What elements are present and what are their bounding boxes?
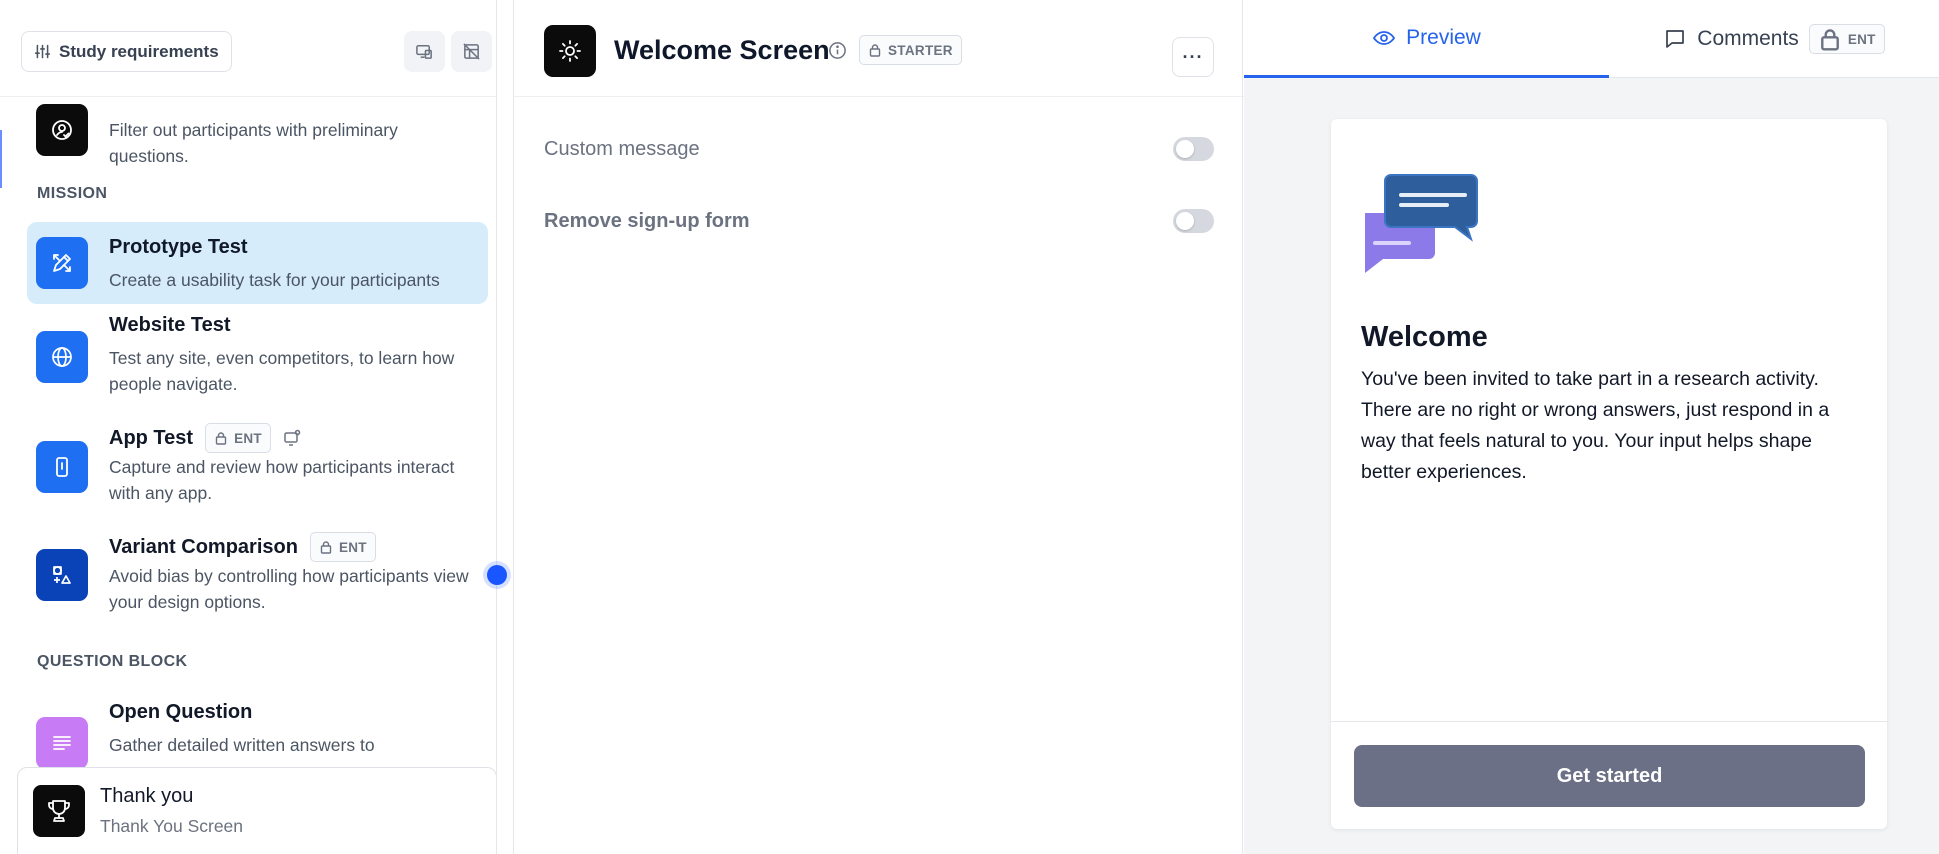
block-title-text: Website Test [109, 314, 231, 336]
drag-handle[interactable] [487, 565, 507, 585]
lock-icon [215, 432, 227, 445]
block-title-text: Open Question [109, 701, 253, 723]
preview-tabs: Preview Comments ENT [1244, 0, 1939, 78]
block-prototype-desc: Create a usability task for your partici… [109, 270, 440, 290]
thank-you-subtitle: Thank You Screen [100, 816, 244, 836]
setting-custom-message: Custom message [544, 134, 1214, 164]
page-title: Welcome Screen [614, 35, 830, 65]
block-variant-desc: Avoid bias by controlling how participan… [109, 566, 469, 612]
thank-icon-wrap [33, 785, 85, 837]
prototype-icon [53, 254, 71, 272]
info-icon[interactable] [828, 41, 847, 60]
collapse-panel-button[interactable] [451, 31, 492, 72]
prototype-icon-wrap [36, 237, 88, 289]
device-preview-button[interactable] [404, 31, 445, 72]
lock-icon [320, 541, 332, 554]
screen-record-icon [284, 429, 301, 446]
globe-icon [52, 347, 72, 367]
block-title-text: Variant Comparison [109, 535, 298, 558]
setting-remove-signup: Remove sign-up form [544, 206, 1214, 236]
blocks-list[interactable]: Filter out participants with preliminary… [0, 97, 496, 767]
block-website-test[interactable]: Website Test Test any site, even competi… [27, 314, 488, 415]
starter-badge: STARTER [859, 35, 962, 65]
preview-card: Welcome You've been invited to take part… [1331, 119, 1887, 829]
variants-icon [53, 566, 71, 584]
tab-preview[interactable]: Preview [1244, 0, 1609, 78]
block-app-title: App Test ENT [109, 423, 301, 453]
section-mission: MISSION [37, 185, 108, 202]
block-variant-title: Variant Comparison ENT [109, 532, 376, 562]
block-screener[interactable]: Filter out participants with preliminary… [27, 97, 488, 187]
tab-comments[interactable]: Comments ENT [1609, 0, 1939, 78]
block-open-question[interactable]: Open Question Gather detailed written an… [27, 695, 488, 767]
eye-icon [1373, 30, 1396, 45]
block-title-text: App Test [109, 426, 194, 449]
ent-badge: ENT [1808, 24, 1885, 54]
block-screener-desc: Filter out participants with preliminary… [109, 120, 398, 166]
welcome-icon-wrap [544, 25, 596, 77]
chat-bubbles-icon [1365, 174, 1478, 273]
lock-icon [1820, 29, 1839, 51]
preview-panel: Preview Comments ENT Welcome You've been… [1244, 0, 1939, 854]
sliders-icon [34, 44, 51, 59]
variants-icon-wrap [36, 549, 88, 601]
trophy-icon [48, 800, 70, 822]
badge-text: ENT [1847, 31, 1876, 47]
blocks-sidebar: Study requirements Filter out participan… [0, 0, 497, 854]
lock-icon [869, 44, 881, 57]
setting-label: Custom message [544, 137, 700, 160]
badge-text: ENT [234, 430, 262, 446]
badge-text: ENT [338, 539, 367, 555]
block-website-desc: Test any site, even competitors, to lear… [109, 348, 455, 394]
layout-off-icon [463, 43, 480, 60]
block-open-question-desc: Gather detailed written answers to [109, 735, 375, 755]
thank-you-block[interactable]: Thank you Thank You Screen [17, 767, 496, 854]
block-prototype-test[interactable]: Prototype Test Create a usability task f… [27, 222, 488, 304]
app-icon-wrap [36, 441, 88, 493]
ent-badge: ENT [309, 532, 376, 562]
block-prototype-title: Prototype Test [109, 236, 248, 259]
user-check-icon [52, 120, 72, 140]
comment-icon [1666, 30, 1685, 48]
more-options-button[interactable]: ··· [1172, 37, 1214, 77]
preview-footer: Get started [1331, 721, 1887, 829]
tab-comments-label: Comments [1697, 27, 1799, 50]
sidebar-header: Study requirements [0, 0, 496, 97]
sun-icon [559, 40, 581, 62]
block-app-test[interactable]: App Test ENT Capture and review how part… [27, 423, 488, 525]
ent-badge: ENT [205, 423, 271, 453]
website-icon-wrap [36, 331, 88, 383]
block-open-question-title: Open Question [109, 701, 252, 724]
block-title-text: Prototype Test [109, 236, 248, 258]
devices-icon [416, 45, 432, 59]
study-requirements-label: Study requirements [59, 41, 219, 61]
tab-preview-label: Preview [1406, 25, 1481, 49]
badge-text: STARTER [888, 42, 953, 58]
custom-message-toggle[interactable] [1173, 137, 1214, 161]
screener-icon-wrap [36, 104, 88, 156]
setting-label: Remove sign-up form [544, 209, 750, 232]
thank-you-title: Thank you [100, 785, 194, 807]
open-question-icon-wrap [36, 717, 88, 767]
section-question-block: QUESTION BLOCK [37, 653, 188, 670]
block-settings-panel: Welcome Screen STARTER ··· Custom messag… [513, 0, 1244, 854]
preview-heading: Welcome [1361, 321, 1488, 353]
text-lines-icon [53, 736, 71, 750]
preview-body: You've been invited to take part in a re… [1361, 368, 1830, 483]
block-variant-comparison[interactable]: Variant Comparison ENT Avoid bias by con… [27, 532, 488, 633]
settings-header: Welcome Screen STARTER ··· [514, 0, 1244, 97]
block-app-desc: Capture and review how participants inte… [109, 457, 455, 503]
get-started-button[interactable]: Get started [1354, 745, 1865, 807]
study-requirements-button[interactable]: Study requirements [21, 31, 232, 72]
block-website-title: Website Test [109, 314, 231, 337]
remove-signup-toggle[interactable] [1173, 209, 1214, 233]
mobile-icon [56, 457, 68, 477]
